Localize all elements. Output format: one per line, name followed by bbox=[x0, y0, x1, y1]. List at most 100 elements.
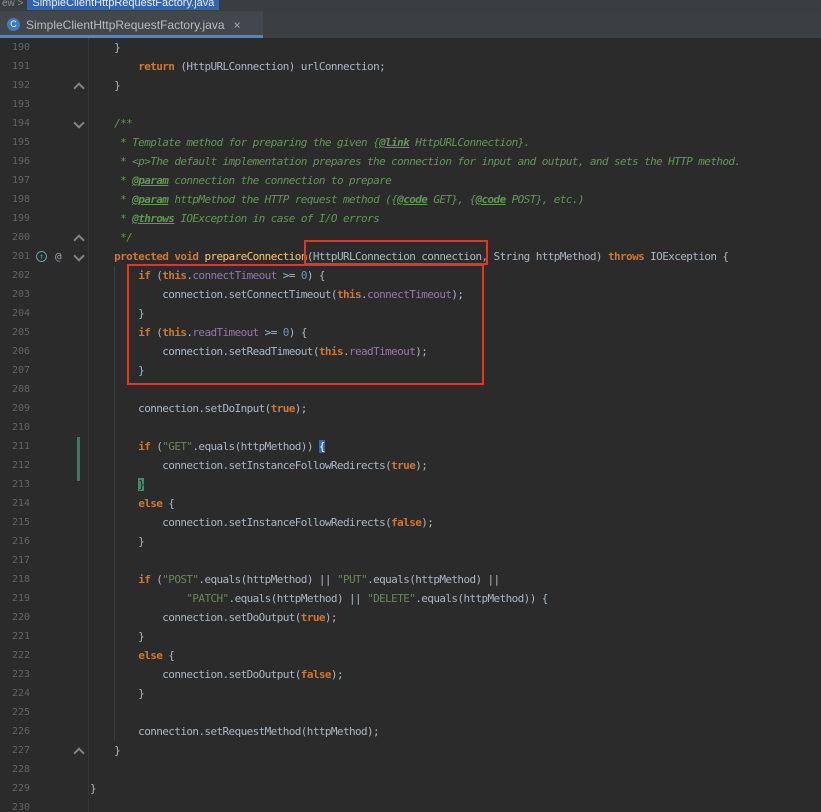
code-line[interactable]: connection.setReadTimeout(this.readTimeo… bbox=[88, 342, 428, 361]
gutter-cell[interactable]: 226 bbox=[0, 722, 88, 741]
code-line[interactable]: * @param connection the connection to pr… bbox=[88, 171, 392, 190]
line-number[interactable]: 216 bbox=[4, 532, 30, 551]
override-method-icon[interactable]: ↑ bbox=[36, 251, 47, 262]
code-line[interactable]: * <p>The default implementation prepares… bbox=[88, 152, 741, 171]
line-number[interactable]: 212 bbox=[4, 456, 30, 475]
gutter-cell[interactable]: 191 bbox=[0, 57, 88, 76]
code-line[interactable] bbox=[88, 95, 90, 114]
gutter-cell[interactable]: 228 bbox=[0, 760, 88, 779]
line-number[interactable]: 194 bbox=[4, 114, 30, 133]
gutter-cell[interactable]: 223 bbox=[0, 665, 88, 684]
line-number[interactable]: 203 bbox=[4, 285, 30, 304]
line-number[interactable]: 197 bbox=[4, 171, 30, 190]
fold-down-icon[interactable] bbox=[73, 117, 85, 129]
gutter-cell[interactable]: 215 bbox=[0, 513, 88, 532]
gutter-cell[interactable]: 201 ↑ @ bbox=[0, 247, 88, 266]
code-line[interactable]: "PATCH".equals(httpMethod) || "DELETE".e… bbox=[88, 589, 548, 608]
line-number[interactable]: 220 bbox=[4, 608, 30, 627]
tab-close-icon[interactable]: × bbox=[234, 19, 241, 31]
code-line[interactable]: else { bbox=[88, 646, 175, 665]
gutter-cell[interactable]: 203 bbox=[0, 285, 88, 304]
code-line[interactable] bbox=[88, 760, 90, 779]
gutter-cell[interactable]: 209 bbox=[0, 399, 88, 418]
gutter-cell[interactable]: 217 bbox=[0, 551, 88, 570]
gutter-cell[interactable]: 194 bbox=[0, 114, 88, 133]
code-line[interactable]: connection.setDoOutput(true); bbox=[88, 608, 337, 627]
gutter-cell[interactable]: 196 bbox=[0, 152, 88, 171]
code-line[interactable]: connection.setRequestMethod(httpMethod); bbox=[88, 722, 380, 741]
gutter-cell[interactable]: 205 bbox=[0, 323, 88, 342]
code-line[interactable]: } bbox=[88, 361, 145, 380]
gutter-cell[interactable]: 218 bbox=[0, 570, 88, 589]
line-number[interactable]: 210 bbox=[4, 418, 30, 437]
code-line[interactable]: } bbox=[88, 304, 145, 323]
line-number[interactable]: 195 bbox=[4, 133, 30, 152]
code-line[interactable]: connection.setInstanceFollowRedirects(fa… bbox=[88, 513, 434, 532]
gutter-cell[interactable]: 199 bbox=[0, 209, 88, 228]
gutter-cell[interactable]: 225 bbox=[0, 703, 88, 722]
gutter-cell[interactable]: 206 bbox=[0, 342, 88, 361]
code-line[interactable]: connection.setConnectTimeout(this.connec… bbox=[88, 285, 464, 304]
code-line[interactable] bbox=[88, 798, 90, 812]
code-line[interactable]: else { bbox=[88, 494, 175, 513]
gutter-cell[interactable]: 210 bbox=[0, 418, 88, 437]
code-line[interactable]: connection.setInstanceFollowRedirects(tr… bbox=[88, 456, 428, 475]
line-number[interactable]: 221 bbox=[4, 627, 30, 646]
fold-down-icon[interactable] bbox=[73, 250, 85, 262]
line-number[interactable]: 209 bbox=[4, 399, 30, 418]
code-line[interactable]: if ("GET".equals(httpMethod)) { bbox=[88, 437, 326, 456]
line-number[interactable]: 190 bbox=[4, 38, 30, 57]
gutter-cell[interactable]: 221 bbox=[0, 627, 88, 646]
code-line[interactable]: /** bbox=[88, 114, 133, 133]
code-line[interactable]: } bbox=[88, 741, 121, 760]
gutter-cell[interactable]: 192 bbox=[0, 76, 88, 95]
gutter-cell[interactable]: 211 bbox=[0, 437, 88, 456]
line-number[interactable]: 229 bbox=[4, 779, 30, 798]
gutter-cell[interactable]: 213 bbox=[0, 475, 88, 494]
code-line[interactable]: } bbox=[88, 684, 145, 703]
code-line[interactable]: return (HttpURLConnection) urlConnection… bbox=[88, 57, 386, 76]
breadcrumb-selected-item[interactable]: SimpleClientHttpRequestFactory.java bbox=[27, 0, 220, 10]
code-line[interactable] bbox=[88, 418, 90, 437]
code-line[interactable] bbox=[88, 380, 90, 399]
gutter-cell[interactable]: 222 bbox=[0, 646, 88, 665]
gutter-cell[interactable]: 229 bbox=[0, 779, 88, 798]
gutter-cell[interactable]: 219 bbox=[0, 589, 88, 608]
line-number[interactable]: 225 bbox=[4, 703, 30, 722]
line-number[interactable]: 207 bbox=[4, 361, 30, 380]
line-number[interactable]: 208 bbox=[4, 380, 30, 399]
gutter-cell[interactable]: 224 bbox=[0, 684, 88, 703]
gutter-cell[interactable]: 193 bbox=[0, 95, 88, 114]
line-number[interactable]: 198 bbox=[4, 190, 30, 209]
gutter-cell[interactable]: 220 bbox=[0, 608, 88, 627]
line-number[interactable]: 196 bbox=[4, 152, 30, 171]
line-number[interactable]: 227 bbox=[4, 741, 30, 760]
line-number[interactable]: 230 bbox=[4, 798, 30, 812]
gutter-cell[interactable]: 200 bbox=[0, 228, 88, 247]
line-number[interactable]: 201 bbox=[4, 247, 30, 266]
code-line[interactable]: * Template method for preparing the give… bbox=[88, 133, 530, 152]
gutter-cell[interactable]: 207 bbox=[0, 361, 88, 380]
gutter-cell[interactable]: 195 bbox=[0, 133, 88, 152]
line-number[interactable]: 213 bbox=[4, 475, 30, 494]
code-line[interactable]: } bbox=[88, 475, 145, 494]
code-line[interactable]: connection.setDoInput(true); bbox=[88, 399, 307, 418]
gutter-cell[interactable]: 216 bbox=[0, 532, 88, 551]
gutter-cell[interactable]: 230 bbox=[0, 798, 88, 812]
code-line[interactable]: * @throws IOException in case of I/O err… bbox=[88, 209, 380, 228]
line-number[interactable]: 214 bbox=[4, 494, 30, 513]
code-editor[interactable]: 190 } 191 return (HttpURLConnection) urlC… bbox=[0, 38, 821, 812]
code-line[interactable]: if (this.connectTimeout >= 0) { bbox=[88, 266, 325, 285]
line-number[interactable]: 193 bbox=[4, 95, 30, 114]
line-number[interactable]: 191 bbox=[4, 57, 30, 76]
gutter-cell[interactable]: 214 bbox=[0, 494, 88, 513]
line-number[interactable]: 192 bbox=[4, 76, 30, 95]
gutter-cell[interactable]: 198 bbox=[0, 190, 88, 209]
gutter-cell[interactable]: 204 bbox=[0, 304, 88, 323]
line-number[interactable]: 206 bbox=[4, 342, 30, 361]
code-line[interactable]: * @param httpMethod the HTTP request met… bbox=[88, 190, 584, 209]
line-number[interactable]: 226 bbox=[4, 722, 30, 741]
code-line[interactable]: } bbox=[88, 76, 121, 95]
code-line[interactable] bbox=[88, 703, 90, 722]
line-number[interactable]: 215 bbox=[4, 513, 30, 532]
